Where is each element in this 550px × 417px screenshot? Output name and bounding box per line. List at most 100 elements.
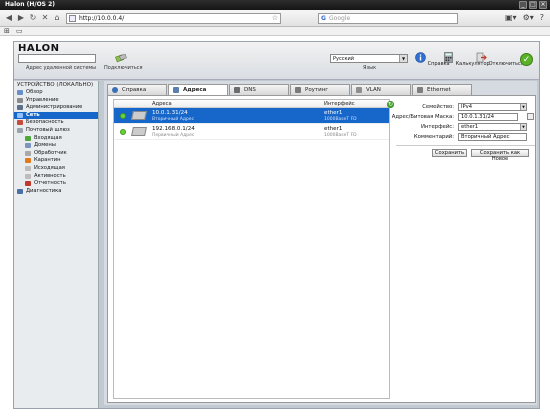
sidebar-item-diagnostics[interactable]: Диагностика [14,188,98,196]
app-logo: HALON [18,43,60,54]
forward-icon[interactable]: ▶ [16,13,26,23]
chevron-down-icon: ▼ [520,124,526,130]
sidebar-item-label: Диагностика [26,187,62,194]
sidebar-item-outbound[interactable]: Исходящая [14,165,98,173]
tab-ethernet[interactable]: Ethernet [412,84,472,95]
column-address[interactable]: Адреса [152,101,172,107]
sidebar-item-network[interactable]: Сеть [14,111,98,120]
status-up-icon [120,129,126,135]
tools-menu-icon[interactable]: ⚙▾ [523,13,534,22]
sidebar-item-label: Управление [26,96,59,103]
address-value: 10.0.1.31/24 [461,114,495,120]
comment-field[interactable]: Вторичный Адрес [458,133,527,141]
remote-address-label: Адрес удаленной системы [26,65,97,71]
sidebar-item-label: Сеть [26,111,40,118]
row-interface-speed: 1000BaseT FD [324,117,357,122]
apply-check-icon[interactable]: ✓ [520,53,533,66]
sidebar-item-inbound[interactable]: Входящая [14,135,98,143]
column-interface[interactable]: Интерфейс [324,101,355,107]
browser-content: HALON Адрес удаленной системы Подключить… [0,36,550,417]
connect-icon[interactable] [115,53,127,63]
vlan-icon [356,87,362,93]
reload-icon[interactable]: ↻ [28,13,38,23]
home-icon[interactable]: ⌂ [52,13,62,23]
tab-help[interactable]: Справка [107,84,167,95]
quarantine-icon [25,158,31,164]
refresh-icon[interactable]: ↻ [387,101,394,108]
addresses-panel: Адреса Интерфейс + − ↻ 10.0.1.31/24 Втор… [107,95,536,403]
sidebar-item-label: Обработчик [34,149,67,156]
stop-icon[interactable]: ✕ [40,13,50,23]
form-divider [396,145,535,146]
sidebar-item-management[interactable]: Управление [14,97,98,105]
management-icon [17,97,23,103]
address-list: Адреса Интерфейс + − ↻ 10.0.1.31/24 Втор… [113,99,394,399]
minimize-button[interactable]: _ [519,1,527,9]
sidebar-item-label: Отчетность [34,180,66,187]
maximize-button[interactable]: □ [529,1,537,9]
sidebar-item-activity[interactable]: Активность [14,173,98,181]
tab-label: Адреса [183,87,207,93]
family-value: IPv4 [461,104,473,110]
tab-label: Ethernet [427,87,451,93]
search-input[interactable]: G Google [318,13,458,24]
family-select[interactable]: IPv4 ▼ [458,103,527,111]
family-row: Семейство: IPv4 ▼ [396,103,533,112]
help-icon [112,87,118,93]
admin-icon [17,105,23,111]
tab-label: Роутинг [305,87,329,93]
table-row[interactable]: 10.0.1.31/24 Вторичный Адрес ether1 1000… [114,108,389,124]
routing-icon [295,87,301,93]
remote-address-input[interactable] [18,54,96,63]
save-as-new-button[interactable]: Сохранить как Новое [471,149,529,162]
addresses-icon [173,87,179,93]
sidebar-item-handler[interactable]: Обработчик [14,150,98,158]
family-label: Семейство: [422,104,454,110]
address-field[interactable]: 10.0.1.31/24 [458,113,518,121]
sidebar-item-admin[interactable]: Администрирование [14,104,98,112]
tab-routing[interactable]: Роутинг [290,84,350,95]
row-address-type: Первичный Адрес [152,133,195,138]
disconnect-button[interactable]: Отключиться [476,52,524,67]
tab-dns[interactable]: DNS [229,84,289,95]
handler-icon [25,150,31,156]
url-bar[interactable]: http://10.0.0.4/ ☆ [66,13,281,24]
back-icon[interactable]: ◀ [4,13,14,23]
browser-navbar: ◀ ▶ ↻ ✕ ⌂ http://10.0.0.4/ ☆ G Google ▣▾… [0,10,550,27]
sidebar-item-reports[interactable]: Отчетность [14,180,98,188]
ethernet-icon [417,87,423,93]
mask-calculator-icon[interactable] [527,113,534,120]
close-button[interactable]: × [539,1,547,9]
network-icon [17,112,23,118]
tab-bar: Справка Адреса DNS Роутинг VLAN Ethernet [107,84,473,96]
language-select[interactable]: Русский ▼ [330,54,408,63]
address-label: Адрес/Битовая Маска: [391,114,454,120]
sidebar-item-quarantine[interactable]: Карантин [14,157,98,165]
tab-list-icon[interactable]: ▭ [16,27,23,35]
search-engine-icon: G [321,15,326,22]
app-header: HALON Адрес удаленной системы Подключить… [14,42,539,80]
save-button[interactable]: Сохранить [432,149,467,157]
sidebar-item-label: Почтовый шлюз [26,126,70,133]
comment-value: Вторичный Адрес [461,134,510,140]
bookmark-star-icon[interactable]: ☆ [272,14,278,23]
help-icon[interactable]: ? [540,13,544,22]
info-icon [415,52,426,63]
connect-label[interactable]: Подключиться [104,65,143,71]
sidebar-item-overview[interactable]: Обзор [14,89,98,97]
favorites-icon[interactable]: ⊞ [4,27,10,35]
table-row[interactable]: 192.168.0.1/24 Первичный Адрес ether1 10… [114,124,389,140]
sidebar-item-security[interactable]: Безопасность [14,119,98,127]
sidebar-item-label: Безопасность [26,119,64,126]
chevron-down-icon: ▼ [399,55,407,62]
sidebar-item-domains[interactable]: Домены [14,142,98,150]
interface-select[interactable]: ether1 ▼ [458,123,527,131]
chevron-down-icon: ▼ [520,104,526,110]
overview-icon [17,90,23,95]
row-interface-speed: 1000BaseT FD [324,133,357,138]
tab-vlan[interactable]: VLAN [351,84,411,95]
sidebar-item-mail-gateway[interactable]: Почтовый шлюз [14,127,98,135]
tab-label: VLAN [366,87,381,93]
page-menu-icon[interactable]: ▣▾ [505,13,517,22]
diagnostics-icon [17,188,23,194]
